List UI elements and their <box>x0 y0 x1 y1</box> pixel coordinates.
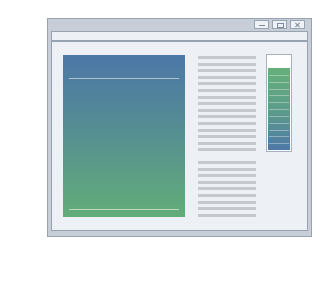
scroll-level-fill <box>268 68 290 150</box>
text-placeholder-line <box>198 69 256 73</box>
maximize-button[interactable] <box>272 20 287 29</box>
scroll-segment-divider <box>269 130 289 131</box>
scroll-segment-divider <box>269 143 289 144</box>
image-placeholder <box>63 55 185 217</box>
image-divider-top <box>69 78 179 79</box>
text-placeholder-line <box>198 108 256 112</box>
text-placeholder-line <box>198 62 256 66</box>
text-placeholder-line <box>198 161 256 164</box>
text-placeholder-line <box>198 115 256 119</box>
text-placeholder-line <box>198 193 256 197</box>
vertical-scrollbar[interactable] <box>266 54 292 152</box>
text-placeholder-line <box>198 82 256 86</box>
text-placeholder-line <box>198 141 256 145</box>
document-content <box>51 41 308 231</box>
text-placeholder-line <box>198 180 256 184</box>
text-placeholder-line <box>198 167 256 171</box>
text-placeholder-line <box>198 88 256 92</box>
close-button[interactable] <box>290 20 305 29</box>
scroll-segment-divider <box>269 82 289 83</box>
text-placeholder-line <box>198 135 256 139</box>
minimize-button[interactable] <box>254 20 269 29</box>
text-placeholder-line <box>198 207 256 211</box>
scroll-segment-divider <box>269 75 289 76</box>
text-block-secondary <box>198 161 256 220</box>
scroll-segment-divider <box>269 109 289 110</box>
scroll-segment-divider <box>269 89 289 90</box>
text-block-primary <box>198 56 256 155</box>
text-placeholder-line <box>198 128 256 132</box>
scroll-segment-divider <box>269 136 289 137</box>
title-bar[interactable] <box>48 19 311 31</box>
text-placeholder-line <box>198 121 256 125</box>
scroll-segment-divider <box>269 123 289 124</box>
scroll-segment-divider <box>269 116 289 117</box>
scroll-segment-divider <box>269 95 289 96</box>
text-placeholder-line <box>198 174 256 178</box>
text-placeholder-line <box>198 102 256 106</box>
text-placeholder-line <box>198 200 256 204</box>
text-placeholder-line <box>198 213 256 217</box>
text-placeholder-line <box>198 95 256 99</box>
scroll-segment-divider <box>269 102 289 103</box>
text-placeholder-line <box>198 75 256 79</box>
toolbar <box>51 31 308 41</box>
text-placeholder-line <box>198 56 256 59</box>
app-window <box>47 18 312 237</box>
image-divider-bottom <box>69 209 179 210</box>
text-placeholder-line <box>198 187 256 191</box>
text-placeholder-line <box>198 148 256 152</box>
